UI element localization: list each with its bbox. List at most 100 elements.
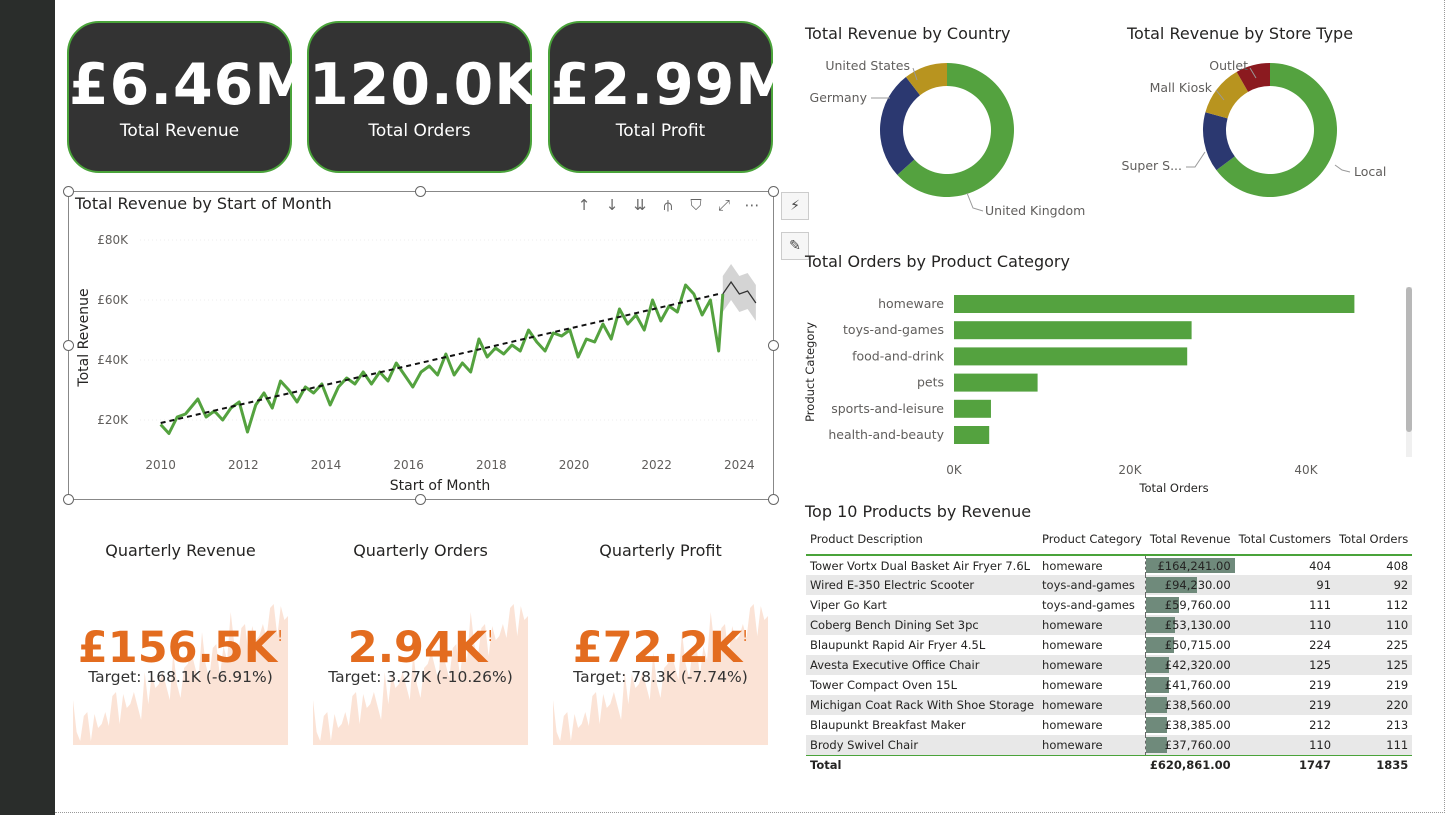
table-cell: 212 [1309, 718, 1332, 732]
y-tick-label: £20K [97, 413, 129, 427]
revenue-value: £164,241.00 [1157, 558, 1231, 573]
card-value: £156.5K [77, 623, 278, 673]
quarterly-profit-card[interactable]: Quarterly Profit £72.2K! Target: 78.3K (… [553, 535, 768, 747]
card-value: 2.94K [347, 623, 488, 673]
table-total-row: Total £620,861.00 1747 1835 [806, 754, 1413, 775]
column-header[interactable]: Product Description [806, 528, 1039, 556]
card-value: £72.2K [572, 623, 743, 673]
bar-chart-scrollbar[interactable] [1406, 287, 1412, 457]
table-cell: 92 [1335, 575, 1413, 595]
x-tick-label: 2020 [559, 458, 590, 472]
kpi-card-total-profit[interactable]: £2.99M Total Profit [548, 21, 792, 173]
table-cell: 125 [1234, 655, 1336, 675]
bar-toys-and-games[interactable] [954, 321, 1192, 340]
column-header[interactable]: Total Customers [1234, 528, 1336, 556]
column-header[interactable]: Total Orders [1335, 528, 1413, 556]
top10-products-table[interactable]: Product Description Product Category Total… [806, 528, 1413, 775]
card-title: Quarterly Revenue [105, 541, 256, 560]
revenue-value: £53,130.00 [1164, 618, 1231, 632]
bar-food-and-drink[interactable] [954, 347, 1188, 366]
revenue-value: £42,320.00 [1164, 658, 1231, 672]
table-cell: 220 [1335, 695, 1413, 715]
table-cell: 213 [1386, 718, 1409, 732]
revenue-value: £94,230.00 [1164, 578, 1231, 592]
y-tick-label: £80K [97, 233, 129, 247]
table-row[interactable]: Tower Vortx Dual Basket Air Fryer 7.6L ho… [806, 555, 1412, 575]
kpi-label: Total Revenue [119, 121, 240, 141]
bar-category-label: sports-and-leisure [831, 401, 944, 416]
bar-category-label: health-and-beauty [828, 427, 944, 442]
x-tick-label: 2010 [145, 458, 176, 472]
table-row[interactable]: Tower Compact Oven 15L homeware £41,760.00… [806, 675, 1412, 695]
y-tick-label: £60K [97, 293, 129, 307]
table-cell: 219 [1234, 695, 1336, 715]
bar-homeware[interactable] [954, 295, 1355, 313]
kpi-label: Total Orders [368, 121, 471, 141]
resize-handle[interactable] [768, 186, 779, 197]
table-cell: £41,760.00 [1145, 675, 1235, 695]
table-cell: £164,241.00 [1145, 555, 1235, 575]
table-cell: Brody Swivel Chair [806, 735, 1039, 755]
more-options-icon[interactable]: ⋯ [742, 196, 762, 216]
table-cell: Tower Vortx Dual Basket Air Fryer 7.6L [810, 558, 1031, 573]
country-donut-chart[interactable]: United Kingdom Germany United States [805, 50, 1105, 230]
column-header[interactable]: Total Revenue [1145, 528, 1235, 556]
revenue-databar [1146, 697, 1168, 713]
table-cell: £53,130.00 [1145, 615, 1235, 635]
table-cell: 404 [1309, 558, 1332, 573]
total-cell: 1747 [1234, 754, 1336, 775]
quarterly-orders-card[interactable]: Quarterly Orders 2.94K! Target: 3.27K (-… [313, 535, 528, 747]
donut-label: Outlet [1209, 58, 1248, 73]
filter-icon[interactable]: ⛉ [686, 196, 706, 216]
revenue-value: £41,760.00 [1164, 678, 1231, 692]
column-header[interactable]: Product Category [1038, 528, 1146, 556]
x-tick-label: 2014 [311, 458, 342, 472]
table-row[interactable]: Blaupunkt Breakfast Maker homeware £38,385… [806, 715, 1412, 735]
line-chart-plot: £20K £40K £60K £80K 2010 2012 2014 2016 2018 2020… [76, 233, 760, 494]
table-cell: 110 [1234, 615, 1336, 635]
donut-label: Germany [810, 90, 868, 105]
donut-label: Super S... [1122, 158, 1182, 173]
resize-handle[interactable] [63, 186, 74, 197]
table-cell: 219 [1386, 678, 1409, 692]
bar-health-and-beauty[interactable] [954, 426, 990, 444]
orders-by-category-bar-chart[interactable]: homeware toys-and-games food-and-drink pets… [800, 280, 1400, 500]
x-tick-label: 2012 [228, 458, 259, 472]
arrow-up-icon[interactable]: ↑ [574, 196, 594, 216]
x-tick-label: 20K [1118, 463, 1142, 477]
focus-mode-icon[interactable]: ⤢ [714, 196, 734, 216]
bar-sports-and-leisure[interactable] [954, 399, 991, 418]
kpi-card-total-orders[interactable]: 120.0K Total Orders [307, 21, 538, 173]
scrollbar-thumb[interactable] [1406, 287, 1412, 432]
arrow-down-icon[interactable]: ↓ [602, 196, 622, 216]
table-row[interactable]: Wired E-350 Electric Scooter toys-and-gam… [806, 575, 1413, 595]
resize-handle[interactable] [415, 186, 426, 197]
analytics-icon: ⚡ [790, 198, 800, 214]
expand-hierarchy-icon[interactable]: ⫛ [658, 196, 678, 216]
table-cell: homeware [1042, 678, 1103, 692]
double-arrow-down-icon[interactable]: ⇊ [630, 196, 650, 216]
x-tick-label: 0K [946, 463, 963, 477]
bar-category-label: toys-and-games [843, 322, 944, 337]
table-row[interactable]: Blaupunkt Rapid Air Fryer 4.5L homeware £5… [806, 635, 1412, 655]
store-type-donut-chart[interactable]: Local Super S... Mall Kiosk Outlet [1120, 50, 1420, 230]
table-row[interactable]: Michigan Coat Rack With Shoe Storage home… [806, 695, 1413, 715]
card-title: Quarterly Profit [599, 541, 722, 560]
format-brush-icon: ✎ [789, 238, 801, 254]
kpi-card-total-revenue[interactable]: £6.46M Total Revenue [67, 21, 311, 173]
table-cell: 125 [1335, 655, 1413, 675]
card-title: Quarterly Orders [353, 541, 488, 560]
table-cell: £42,320.00 [1145, 655, 1235, 675]
table-cell: homeware [1042, 558, 1103, 573]
table-row[interactable]: Avesta Executive Office Chair homeware £42… [806, 655, 1413, 675]
quarterly-revenue-card[interactable]: Quarterly Revenue £156.5K! Target: 168.1… [73, 535, 288, 747]
bar-category-label: pets [917, 375, 944, 390]
table-row[interactable]: Viper Go Kart toys-and-games £59,760.00 111… [806, 595, 1412, 615]
bar-pets[interactable] [954, 373, 1038, 392]
table-cell: £59,760.00 [1145, 595, 1235, 615]
total-cell: Total [806, 754, 1039, 775]
table-cell: £37,760.00 [1145, 735, 1235, 755]
x-axis-label: Start of Month [390, 478, 490, 494]
table-row[interactable]: Brody Swivel Chair homeware £37,760.00 110 1… [806, 735, 1413, 755]
table-row[interactable]: Coberg Bench Dining Set 3pc homeware £53,1… [806, 615, 1413, 635]
